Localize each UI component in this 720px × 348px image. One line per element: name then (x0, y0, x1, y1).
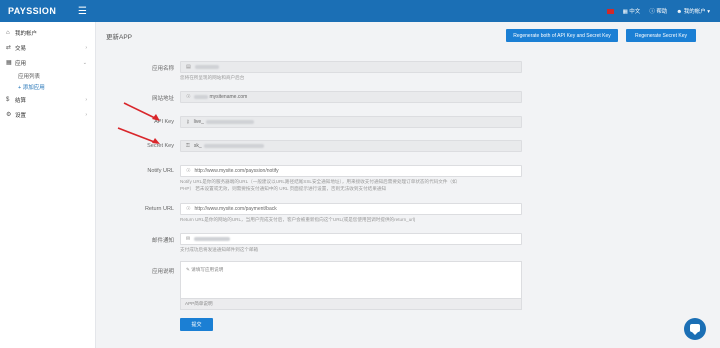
annotation-arrows (117, 102, 160, 144)
arrow-secret-key (117, 127, 158, 144)
chat-bubble-icon[interactable] (684, 318, 706, 340)
arrow-api-key (123, 102, 158, 120)
